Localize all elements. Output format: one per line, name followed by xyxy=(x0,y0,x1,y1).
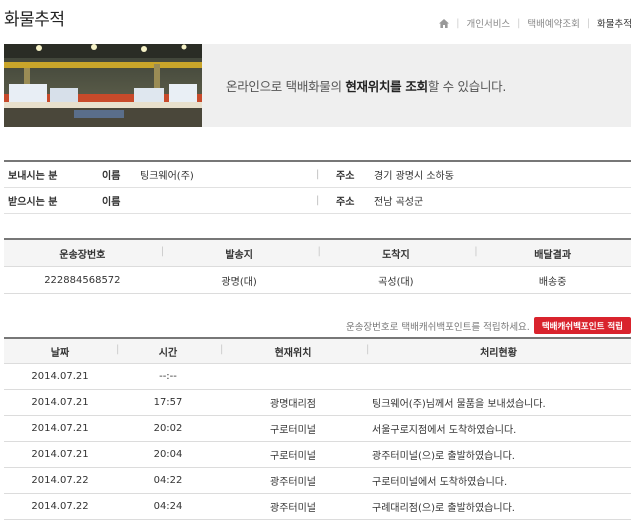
tracking-history-table: 날짜 시간 현재위치 처리현황 2014.07.21 --:-- 2014.07… xyxy=(4,337,631,520)
banner-photo-warehouse xyxy=(4,44,202,127)
sender-label: 보내시는 분 xyxy=(8,171,58,182)
sender-address-key: 주소 xyxy=(336,171,355,182)
header-origin: 발송지 xyxy=(161,246,318,261)
header-time: 시간 xyxy=(116,344,220,359)
row-location: 구로터미널 xyxy=(270,425,316,436)
waybill-destination: 곡성(대) xyxy=(378,276,414,288)
table-row: 2014.07.21 20:02 구로터미널 서울구로지점에서 도착하였습니다. xyxy=(4,416,631,442)
row-status: 서울구로지점에서 도착하였습니다. xyxy=(372,425,517,436)
banner: 온라인으로 택배화물의 현재위치를 조회할 수 있습니다. xyxy=(4,44,631,127)
row-date: 2014.07.21 xyxy=(31,423,89,434)
breadcrumb-item-personal[interactable]: 개인서비스 xyxy=(466,16,510,30)
waybill-origin: 광명(대) xyxy=(221,276,257,288)
row-status: 구례대리점(으)로 출발하였습니다. xyxy=(372,503,515,514)
row-location: 광명대리점 xyxy=(270,399,316,410)
row-time: 04:22 xyxy=(153,475,183,486)
row-time: 17:57 xyxy=(153,397,183,408)
sender-name: 팅크웨어(주) xyxy=(140,171,194,182)
column-divider: | xyxy=(316,169,320,180)
row-location: 구로터미널 xyxy=(270,451,316,462)
receiver-label: 받으시는 분 xyxy=(8,197,58,208)
header-status: 처리현황 xyxy=(366,344,631,359)
breadcrumb-item-reservation[interactable]: 택배예약조회 xyxy=(527,16,579,30)
cashback-points-button[interactable]: 택배캐쉬백포인트 적립 xyxy=(533,317,631,334)
header-delivery-result: 배달결과 xyxy=(474,246,631,261)
row-time: 04:24 xyxy=(153,501,183,512)
party-table: 보내시는 분 이름 팅크웨어(주) | 주소 경기 광명시 소하동 받으시는 분… xyxy=(4,160,631,214)
waybill-table: 운송장번호 발송지 도착지 배달결과 222884568572 광명(대) 곡성… xyxy=(4,238,631,294)
waybill-status: 배송중 xyxy=(538,276,567,288)
sender-name-key: 이름 xyxy=(102,171,121,182)
sender-row: 보내시는 분 이름 팅크웨어(주) | 주소 경기 광명시 소하동 xyxy=(4,162,631,188)
table-row: 2014.07.22 04:22 광주터미널 구로터미널에서 도착하였습니다. xyxy=(4,468,631,494)
waybill-number: 222884568572 xyxy=(44,274,121,286)
waybill-row: 222884568572 광명(대) 곡성(대) 배송중 xyxy=(4,267,631,294)
header-waybill-number: 운송장번호 xyxy=(59,249,106,261)
row-time: 20:02 xyxy=(153,423,183,434)
row-date: 2014.07.21 xyxy=(31,397,89,408)
receiver-name-key: 이름 xyxy=(102,197,121,208)
header-destination: 도착지 xyxy=(318,246,475,261)
column-divider: | xyxy=(316,195,320,206)
history-header: 날짜 시간 현재위치 처리현황 xyxy=(4,339,631,364)
row-date: 2014.07.22 xyxy=(31,475,89,486)
row-status: 팅크웨어(주)님께서 물품을 보내셨습니다. xyxy=(372,399,546,410)
banner-text-part: 온라인으로 택배화물의 xyxy=(226,79,346,94)
table-row: 2014.07.21 --:-- xyxy=(4,364,631,390)
row-location: 광주터미널 xyxy=(270,503,316,514)
row-date: 2014.07.22 xyxy=(31,501,89,512)
table-row: 2014.07.21 20:04 구로터미널 광주터미널(으)로 출발하였습니다… xyxy=(4,442,631,468)
header-date: 날짜 xyxy=(50,347,70,359)
breadcrumb-separator: | xyxy=(586,17,591,29)
waybill-header: 운송장번호 발송지 도착지 배달결과 xyxy=(4,240,631,267)
row-status: 광주터미널(으)로 출발하였습니다. xyxy=(372,451,515,462)
breadcrumb-separator: | xyxy=(456,17,460,29)
home-icon[interactable] xyxy=(439,18,450,28)
table-row: 2014.07.21 17:57 광명대리점 팅크웨어(주)님께서 물품을 보내… xyxy=(4,390,631,416)
banner-text: 온라인으로 택배화물의 현재위치를 조회할 수 있습니다. xyxy=(226,76,506,95)
receiver-row: 받으시는 분 이름 | 주소 전남 곡성군 xyxy=(4,188,631,214)
row-date: 2014.07.21 xyxy=(31,449,89,460)
receiver-address: 전남 곡성군 xyxy=(374,197,424,208)
breadcrumb-separator: | xyxy=(517,17,521,29)
row-status: 구로터미널에서 도착하였습니다. xyxy=(372,477,508,488)
points-bar: 운송장번호로 택배캐쉬백포인트를 적립하세요. 택배캐쉬백포인트 적립 xyxy=(4,317,631,334)
row-date: 2014.07.21 xyxy=(31,371,89,382)
points-notice: 운송장번호로 택배캐쉬백포인트를 적립하세요. xyxy=(345,321,530,333)
row-location: 광주터미널 xyxy=(270,477,316,488)
row-time: --:-- xyxy=(159,371,177,382)
receiver-address-key: 주소 xyxy=(336,197,355,208)
row-time: 20:04 xyxy=(153,449,183,460)
breadcrumb: | 개인서비스 | 택배예약조회 | 화물추적 xyxy=(439,16,632,30)
table-row: 2014.07.22 04:24 광주터미널 구례대리점(으)로 출발하였습니다… xyxy=(4,494,631,520)
banner-text-bold: 현재위치를 조회 xyxy=(345,79,428,94)
page-title: 화물추적 xyxy=(4,10,65,30)
header-location: 현재위치 xyxy=(220,344,366,359)
sender-address: 경기 광명시 소하동 xyxy=(374,171,454,182)
breadcrumb-item-current: 화물추적 xyxy=(597,19,632,30)
banner-text-part: 할 수 있습니다. xyxy=(427,79,507,94)
